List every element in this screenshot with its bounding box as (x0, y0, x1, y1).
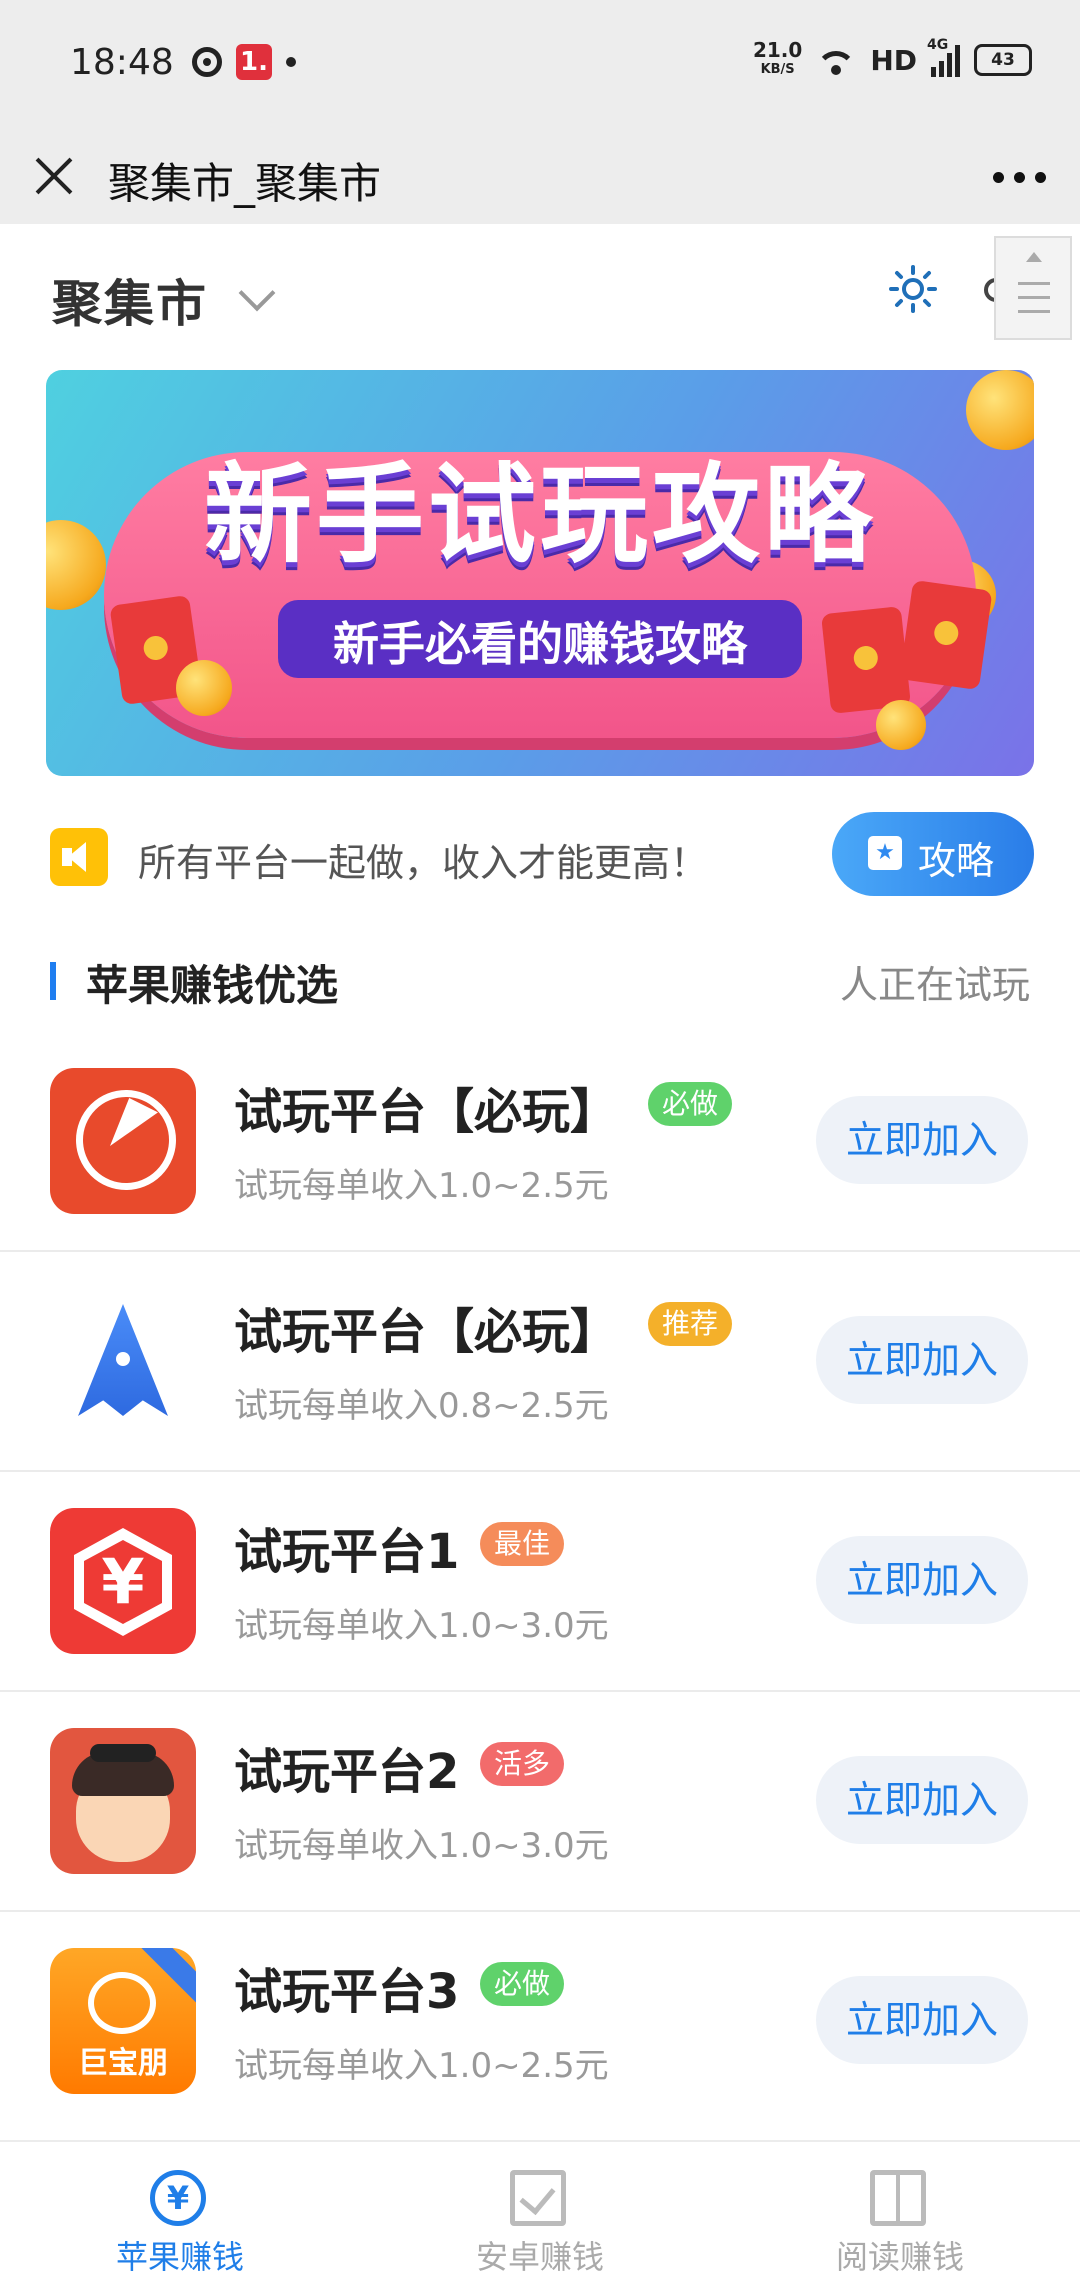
notification-badge-icon: 1. (236, 44, 272, 80)
app-badge: 必做 (480, 1962, 565, 2006)
jbp-logo-icon: 巨宝朋 (50, 1948, 196, 2094)
yen-hexagon-icon: ¥ (50, 1508, 196, 1654)
join-button[interactable]: 立即加入 (816, 1096, 1028, 1184)
list-item[interactable]: 试玩平台2 活多 试玩每单收入1.0~3.0元 立即加入 (0, 1692, 1080, 1912)
app-name: 试玩平台【必玩】 (234, 1084, 619, 1140)
nav-label: 苹果赚钱 (115, 2238, 244, 2276)
notice-text: 所有平台一起做，收入才能更高！ (138, 841, 709, 885)
coin-decoration (876, 700, 926, 750)
list-item[interactable]: ¥ 试玩平台1 最佳 试玩每单收入1.0~3.0元 立即加入 (0, 1472, 1080, 1692)
app-badge: 必做 (648, 1082, 733, 1126)
yen-coin-icon (150, 2170, 206, 2226)
network-speed: 21.0 KB/S (753, 40, 802, 80)
join-button[interactable]: 立即加入 (816, 1316, 1028, 1404)
nav-item-android-earn[interactable]: 安卓赚钱 (360, 2142, 720, 2282)
app-name: 试玩平台2 (234, 1744, 460, 1800)
red-envelope-decoration (899, 579, 993, 691)
scroll-handle[interactable] (994, 236, 1072, 340)
rocket-icon (50, 1288, 196, 1434)
red-envelope-decoration (820, 606, 912, 714)
section-title: 苹果赚钱优选 (86, 961, 339, 1010)
music-app-icon (192, 47, 222, 77)
app-logo-text: 巨宝朋 (78, 2046, 168, 2081)
speaker-icon (50, 828, 145, 902)
cartoon-face-icon (50, 1728, 196, 1874)
banner-subtitle: 新手必看的赚钱攻略 (333, 617, 747, 671)
status-notification-icons: 1. (192, 44, 296, 80)
app-description: 试玩每单收入1.0~3.0元 (234, 1826, 609, 1866)
app-list: 试玩平台【必玩】 必做 试玩每单收入1.0~2.5元 立即加入 试玩平台【必玩】… (0, 1032, 1080, 2132)
battery-icon: 43 (974, 44, 1032, 76)
app-description: 试玩每单收入1.0~3.0元 (234, 1606, 609, 1646)
page-title: 聚集市_聚集市 (108, 159, 382, 208)
section-players-count: 人正在试玩 (839, 963, 1030, 1007)
banner-title: 新手试玩攻略 (203, 453, 876, 578)
cellular-signal-icon: 4G (927, 37, 960, 77)
network-speed-unit: KB/S (760, 62, 795, 77)
hd-label: HD (870, 43, 917, 77)
chevron-down-icon[interactable] (238, 274, 276, 312)
app-badge: 推荐 (648, 1302, 733, 1346)
app-description: 试玩每单收入1.0~2.5元 (234, 2046, 609, 2086)
app-name: 试玩平台1 (234, 1524, 460, 1580)
section-accent-bar (50, 962, 56, 1000)
sun-icon[interactable] (888, 264, 938, 314)
nav-item-apple-earn[interactable]: 苹果赚钱 (0, 2142, 360, 2282)
network-type: 4G (927, 37, 949, 53)
app-description: 试玩每单收入1.0~2.5元 (234, 1166, 609, 1206)
status-bar: 18:48 1. 21.0 KB/S HD 4G 43 (0, 0, 1080, 128)
app-description: 试玩每单收入0.8~2.5元 (234, 1386, 609, 1426)
market-selector-label[interactable]: 聚集市 (52, 264, 208, 336)
checkbox-icon (510, 2170, 566, 2226)
bottom-nav: 苹果赚钱 安卓赚钱 阅读赚钱 (0, 2140, 1080, 2282)
join-button[interactable]: 立即加入 (816, 1976, 1028, 2064)
title-bar: 聚集市_聚集市 (0, 128, 1080, 224)
status-indicators: 21.0 KB/S HD 4G 43 (753, 37, 1032, 80)
more-options-icon[interactable] (993, 172, 1046, 183)
promo-banner[interactable]: 新手试玩攻略 新手必看的赚钱攻略 (46, 370, 1034, 776)
book-icon (870, 2170, 926, 2226)
coin-decoration (176, 660, 232, 716)
app-name: 试玩平台3 (234, 1964, 460, 2020)
market-header: 聚集市 (0, 224, 1080, 354)
join-button[interactable]: 立即加入 (816, 1536, 1028, 1624)
list-item[interactable]: 试玩平台【必玩】 必做 试玩每单收入1.0~2.5元 立即加入 (0, 1032, 1080, 1252)
status-time: 18:48 (70, 42, 174, 83)
wifi-icon (816, 45, 857, 75)
guide-button-label: 攻略 (918, 839, 995, 883)
more-notifications-dot-icon (286, 57, 296, 67)
list-item[interactable]: 试玩平台【必玩】 推荐 试玩每单收入0.8~2.5元 立即加入 (0, 1252, 1080, 1472)
calendar-star-icon (868, 836, 902, 870)
nav-label: 安卓赚钱 (475, 2238, 604, 2276)
notice-bar: 所有平台一起做，收入才能更高！ 攻略 (0, 800, 1080, 910)
banner-subtitle-box: 新手必看的赚钱攻略 (278, 600, 802, 678)
app-badge: 最佳 (480, 1522, 565, 1566)
list-item[interactable]: 巨宝朋 试玩平台3 必做 试玩每单收入1.0~2.5元 立即加入 (0, 1912, 1080, 2132)
arrow-up-icon (1026, 252, 1042, 262)
guide-button[interactable]: 攻略 (832, 812, 1034, 896)
close-icon[interactable] (32, 154, 76, 198)
pie-clock-icon (50, 1068, 196, 1214)
app-badge: 活多 (480, 1742, 565, 1786)
nav-item-read-earn[interactable]: 阅读赚钱 (720, 2142, 1080, 2282)
network-speed-value: 21.0 (752, 38, 803, 62)
nav-label: 阅读赚钱 (835, 2238, 964, 2276)
app-name: 试玩平台【必玩】 (234, 1304, 619, 1360)
join-button[interactable]: 立即加入 (816, 1756, 1028, 1844)
